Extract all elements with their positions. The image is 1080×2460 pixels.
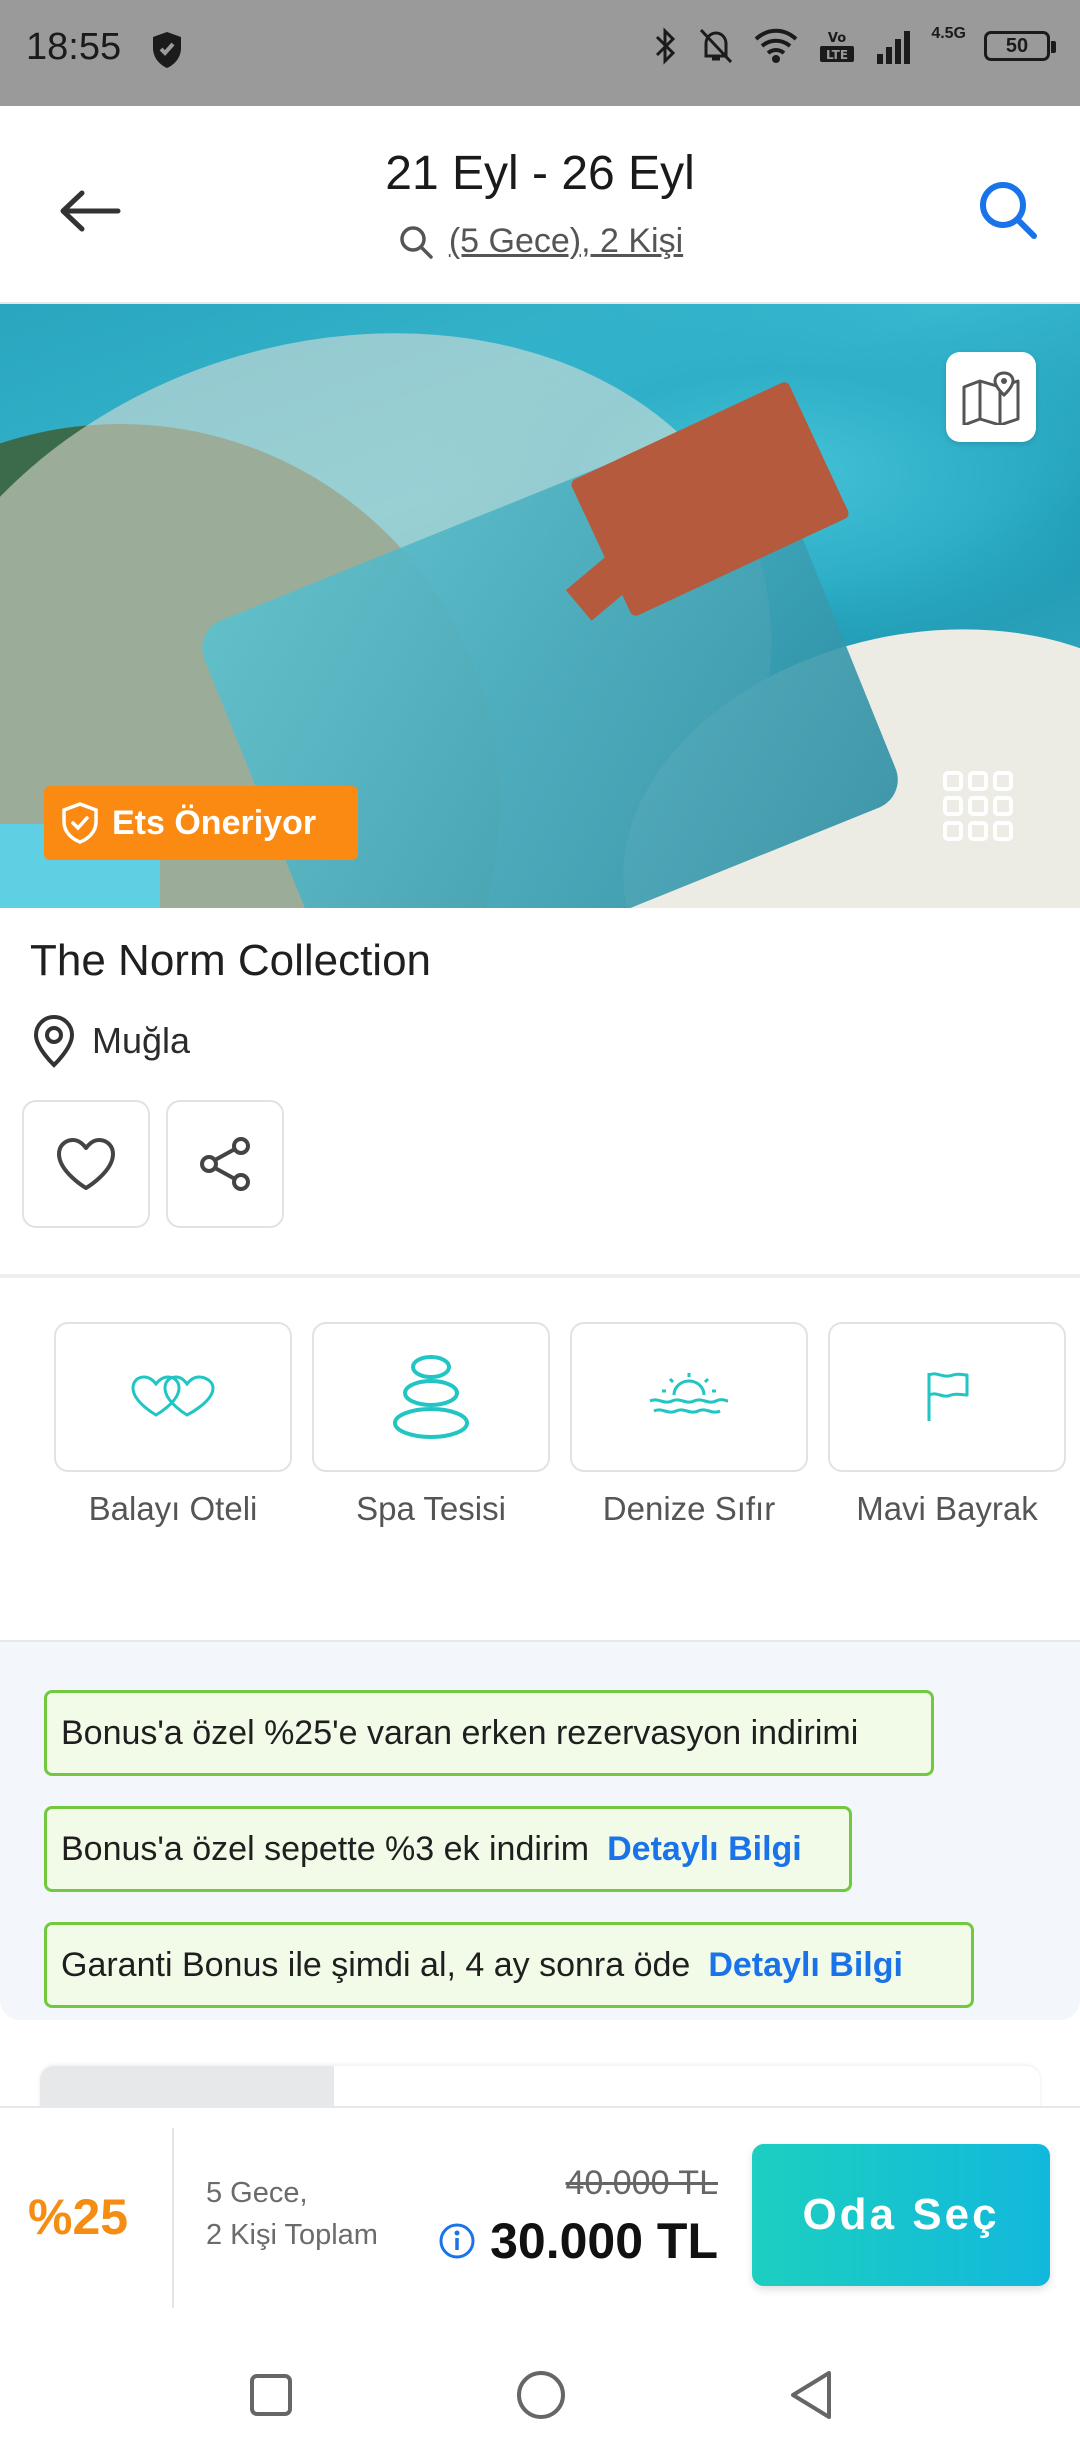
share-icon <box>200 1137 250 1191</box>
feature-icon-box <box>54 1322 292 1472</box>
svg-text:Vo: Vo <box>828 31 846 46</box>
feature-icon-box <box>312 1322 550 1472</box>
back-nav-button[interactable] <box>776 2360 846 2430</box>
location-pin-icon <box>33 1014 75 1068</box>
search-button[interactable] <box>968 170 1048 250</box>
gallery-grid-icon[interactable] <box>942 770 1014 842</box>
ets-recommends-badge: Ets Öneriyor <box>44 786 359 860</box>
network-type: 4.5G <box>931 25 966 42</box>
signal-icon <box>877 31 911 64</box>
feature-label: Spa Tesisi <box>356 1490 506 1527</box>
hotel-photo[interactable]: Ets Öneriyor <box>0 304 1080 908</box>
flag-icon <box>927 1372 969 1421</box>
bell-muted-icon <box>700 28 733 64</box>
triangle-back-icon <box>791 2371 831 2419</box>
hearts-icon <box>131 1375 215 1417</box>
promo-text: Bonus'a özel sepette %3 ek indirim <box>61 1829 590 1868</box>
search-small-icon <box>400 225 433 259</box>
search-summary[interactable]: (5 Gece), 2 Kişi <box>0 222 1080 261</box>
svg-text:LTE: LTE <box>826 48 848 62</box>
ets-badge-label: Ets Öneriyor <box>112 803 317 842</box>
select-room-button[interactable]: Oda Seç <box>752 2144 1050 2286</box>
map-button[interactable] <box>946 352 1036 442</box>
square-icon <box>250 2374 292 2416</box>
map-pin-icon <box>962 371 1020 425</box>
booking-divider <box>172 2128 174 2308</box>
status-time: 18:55 <box>26 26 122 68</box>
feature-icon-box <box>570 1322 808 1472</box>
feature-icon-box <box>828 1322 1066 1472</box>
stay-summary: 5 Gece, 2 Kişi Toplam <box>206 2172 378 2256</box>
feature-beachfront[interactable]: Denize Sıfır <box>570 1322 808 1528</box>
share-button[interactable] <box>166 1100 284 1228</box>
promo-text: Bonus'a özel %25'e varan erken rezervasy… <box>61 1713 859 1752</box>
volte-icon: LTE Vo <box>820 31 855 62</box>
promo-installment: Garanti Bonus ile şimdi al, 4 ay sonra ö… <box>44 1922 974 2008</box>
feature-blue-flag[interactable]: Mavi Bayrak <box>828 1322 1066 1528</box>
recents-button[interactable] <box>236 2360 306 2430</box>
sea-sun-icon <box>649 1373 729 1414</box>
price-row: 30.000 TL <box>438 2212 718 2270</box>
total-price: 30.000 TL <box>490 2213 718 2269</box>
location-text: Muğla <box>92 1020 191 1061</box>
promo-basket-discount: Bonus'a özel sepette %3 ek indirim Detay… <box>44 1806 852 1892</box>
stay-nights: 5 Gece, <box>206 2177 308 2209</box>
feature-honeymoon[interactable]: Balayı Oteli <box>54 1322 292 1528</box>
promotions-panel: Bonus'a özel %25'e varan erken rezervasy… <box>0 1640 1080 2020</box>
hotel-name: The Norm Collection <box>30 936 432 985</box>
date-range[interactable]: 21 Eyl - 26 Eyl <box>0 146 1080 201</box>
shield-check-icon <box>62 802 98 844</box>
feature-list: Balayı Oteli Spa Tesisi Denize Sıfır Mav… <box>0 1322 1080 1542</box>
search-icon <box>980 182 1037 239</box>
stay-guests: 2 Kişi Toplam <box>206 2219 378 2251</box>
spa-stones-icon <box>393 1355 469 1439</box>
shield-icon <box>153 32 181 68</box>
bluetooth-icon <box>656 27 676 65</box>
feature-label: Balayı Oteli <box>88 1490 258 1527</box>
info-icon[interactable] <box>438 2222 476 2260</box>
promo-text: Garanti Bonus ile şimdi al, 4 ay sonra ö… <box>61 1945 691 1984</box>
heart-icon <box>57 1138 115 1190</box>
feature-spa[interactable]: Spa Tesisi <box>312 1322 550 1528</box>
discount-badge: %25 <box>28 2189 129 2245</box>
details-link[interactable]: Detaylı Bilgi <box>708 1946 903 1985</box>
booking-bar: %25 5 Gece, 2 Kişi Toplam 40.000 TL 30.0… <box>0 2106 1080 2326</box>
circle-icon <box>517 2371 565 2419</box>
feature-label: Mavi Bayrak <box>856 1490 1038 1527</box>
wifi-icon <box>754 28 798 63</box>
hotel-location[interactable]: Muğla <box>32 1014 190 1068</box>
section-divider <box>0 1274 1080 1278</box>
system-nav-bar <box>0 2326 1080 2460</box>
feature-label: Denize Sıfır <box>602 1490 776 1527</box>
home-button[interactable] <box>506 2360 576 2430</box>
header: 21 Eyl - 26 Eyl (5 Gece), 2 Kişi <box>0 106 1080 304</box>
battery-icon: 50 <box>984 31 1056 61</box>
old-price: 40.000 TL <box>565 2164 718 2202</box>
status-bar: 18:55 LTE Vo 4.5G 50 <box>0 0 1080 106</box>
promo-early-booking: Bonus'a özel %25'e varan erken rezervasy… <box>44 1690 934 1776</box>
nights-guests-text: (5 Gece), 2 Kişi <box>448 222 684 260</box>
favorite-button[interactable] <box>22 1100 150 1228</box>
details-link[interactable]: Detaylı Bilgi <box>607 1830 802 1869</box>
